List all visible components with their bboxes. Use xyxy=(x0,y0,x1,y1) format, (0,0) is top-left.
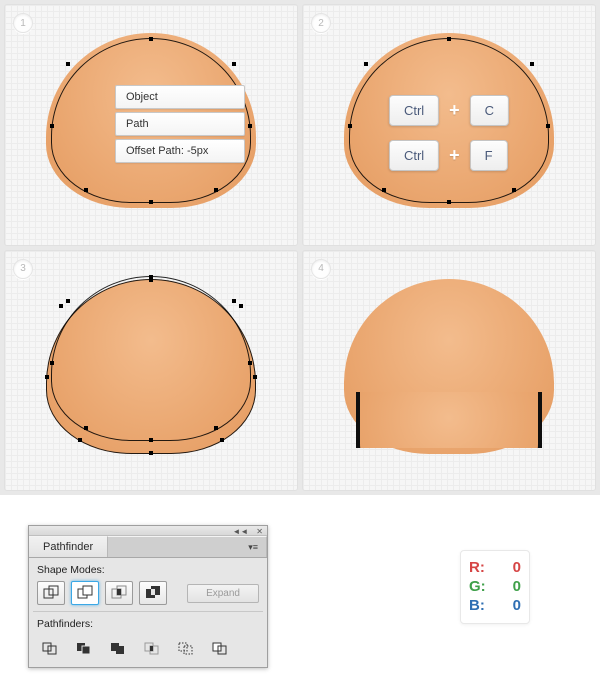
anchor-point[interactable] xyxy=(66,299,70,303)
outline-button[interactable] xyxy=(173,637,199,659)
flyout-menu-icon[interactable]: ▾≡ xyxy=(248,542,258,553)
panel-flyout[interactable]: ▾≡ xyxy=(108,536,267,557)
anchor-point[interactable] xyxy=(364,62,368,66)
intersect-button[interactable] xyxy=(105,581,133,605)
ctrl-key: Ctrl xyxy=(389,140,439,171)
anchor-point[interactable] xyxy=(50,124,54,128)
rgb-b-row: B: 0 xyxy=(469,597,521,615)
g-label: G: xyxy=(469,578,486,596)
rgb-values-card: R: 0 G: 0 B: 0 xyxy=(460,550,530,624)
minus-front-button[interactable] xyxy=(71,581,99,605)
crop-button[interactable] xyxy=(139,637,165,659)
keyboard-shortcuts: Ctrl + C Ctrl + F xyxy=(389,95,509,171)
unite-button[interactable] xyxy=(37,581,65,605)
step-1-badge: 1 xyxy=(13,13,33,33)
pathfinders-row xyxy=(29,632,267,667)
pathfinders-label: Pathfinders: xyxy=(29,612,267,632)
f-key: F xyxy=(470,140,508,171)
anchor-point[interactable] xyxy=(214,426,218,430)
r-label: R: xyxy=(469,559,485,577)
anchor-point[interactable] xyxy=(248,361,252,365)
b-label: B: xyxy=(469,597,485,615)
merge-button[interactable] xyxy=(105,637,131,659)
anchor-point[interactable] xyxy=(512,188,516,192)
anchor-point[interactable] xyxy=(239,304,243,308)
menu-object[interactable]: Object xyxy=(115,85,245,109)
minus-back-button[interactable] xyxy=(207,637,233,659)
step-2-badge: 2 xyxy=(311,13,331,33)
egg-shape-inner-path[interactable] xyxy=(51,276,251,441)
plus-icon: + xyxy=(449,100,460,121)
divide-button[interactable] xyxy=(37,637,63,659)
anchor-point[interactable] xyxy=(348,124,352,128)
anchor-point[interactable] xyxy=(149,200,153,204)
anchor-point[interactable] xyxy=(253,375,257,379)
step-3-cell: 3 xyxy=(4,250,298,492)
panel-tabs: Pathfinder ▾≡ xyxy=(29,536,267,558)
anchor-point[interactable] xyxy=(78,438,82,442)
pathfinder-panel[interactable]: ◄◄ ✕ Pathfinder ▾≡ Shape Modes: Expand xyxy=(28,525,268,668)
c-key: C xyxy=(470,95,509,126)
anchor-point[interactable] xyxy=(149,275,153,279)
anchor-point[interactable] xyxy=(220,438,224,442)
shortcut-copy: Ctrl + C xyxy=(389,95,509,126)
g-value: 0 xyxy=(513,578,521,596)
anchor-point[interactable] xyxy=(546,124,550,128)
anchor-point[interactable] xyxy=(232,62,236,66)
tab-pathfinder[interactable]: Pathfinder xyxy=(29,536,108,557)
collapse-icon[interactable]: ◄◄ xyxy=(232,527,248,536)
anchor-point[interactable] xyxy=(45,375,49,379)
shape-modes-row: Expand xyxy=(29,578,267,611)
step-2-cell: 2 Ctrl + C Ctrl + F xyxy=(302,4,596,246)
menu-offset-path[interactable]: Offset Path: -5px xyxy=(115,139,245,163)
menu-path[interactable]: Path xyxy=(115,112,245,136)
step-4-cell: 4 xyxy=(302,250,596,492)
step-3-badge: 3 xyxy=(13,259,33,279)
close-icon[interactable]: ✕ xyxy=(256,527,263,536)
anchor-point[interactable] xyxy=(50,361,54,365)
minus-front-result-shape[interactable] xyxy=(356,392,542,448)
anchor-point[interactable] xyxy=(66,62,70,66)
anchor-point[interactable] xyxy=(447,200,451,204)
bottom-strip: ◄◄ ✕ Pathfinder ▾≡ Shape Modes: Expand xyxy=(0,495,600,685)
shape-modes-label: Shape Modes: xyxy=(29,558,267,578)
step-1-cell: 1 Object Path Offset Path: -5px xyxy=(4,4,298,246)
exclude-button[interactable] xyxy=(139,581,167,605)
tutorial-grid: 1 Object Path Offset Path: -5px 2 xyxy=(0,0,600,495)
anchor-point[interactable] xyxy=(84,426,88,430)
r-value: 0 xyxy=(513,559,521,577)
rgb-g-row: G: 0 xyxy=(469,578,521,596)
expand-button: Expand xyxy=(187,584,259,603)
b-value: 0 xyxy=(513,597,521,615)
shortcut-paste-front: Ctrl + F xyxy=(389,140,509,171)
anchor-point[interactable] xyxy=(84,188,88,192)
anchor-point[interactable] xyxy=(530,62,534,66)
trim-button[interactable] xyxy=(71,637,97,659)
anchor-point[interactable] xyxy=(59,304,63,308)
anchor-point[interactable] xyxy=(149,451,153,455)
anchor-point[interactable] xyxy=(149,37,153,41)
anchor-point[interactable] xyxy=(214,188,218,192)
anchor-point[interactable] xyxy=(382,188,386,192)
rgb-r-row: R: 0 xyxy=(469,559,521,577)
menu-hint-stack: Object Path Offset Path: -5px xyxy=(115,85,245,163)
anchor-point[interactable] xyxy=(447,37,451,41)
anchor-point[interactable] xyxy=(248,124,252,128)
anchor-point[interactable] xyxy=(232,299,236,303)
anchor-point[interactable] xyxy=(149,438,153,442)
ctrl-key: Ctrl xyxy=(389,95,439,126)
plus-icon: + xyxy=(449,145,460,166)
panel-titlebar[interactable]: ◄◄ ✕ xyxy=(29,526,267,536)
step-4-badge: 4 xyxy=(311,259,331,279)
